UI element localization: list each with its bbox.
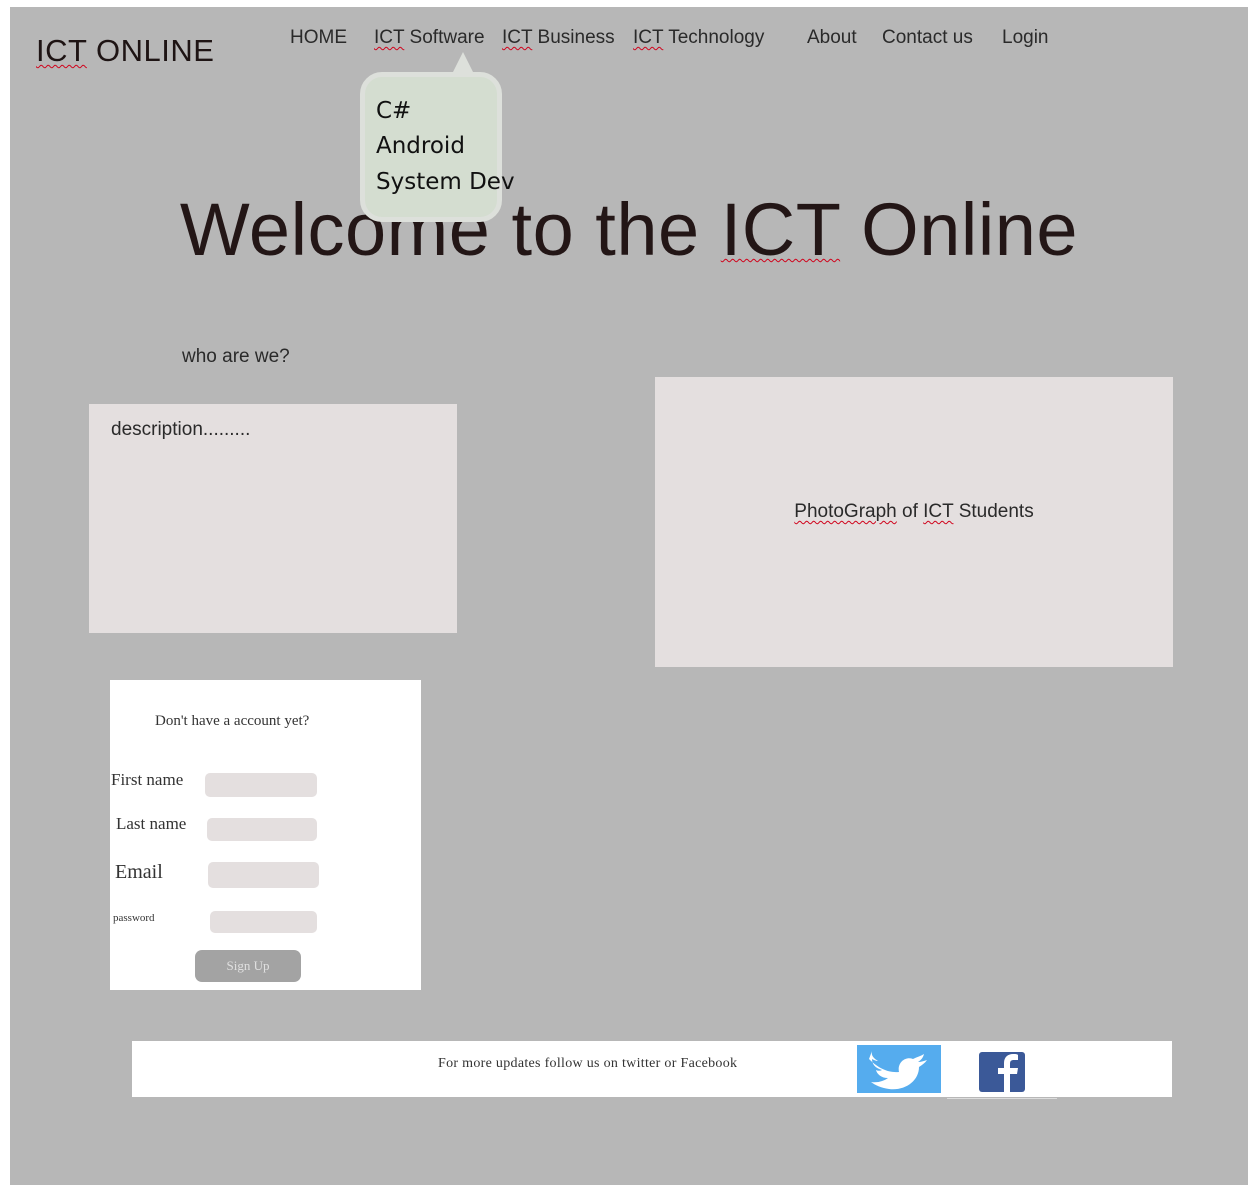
nav-contact-us[interactable]: Contact us (882, 27, 973, 49)
logo-online: ONLINE (86, 33, 215, 68)
photo-caption-ict: ICT (923, 501, 954, 522)
photo-caption: PhotoGraph of ICT Students (655, 501, 1173, 523)
nav-ict-business[interactable]: ICT Business (502, 27, 615, 49)
site-logo[interactable]: ICT ONLINE (36, 33, 214, 69)
photo-caption-students: Students (953, 501, 1034, 522)
facebook-f-glyph (998, 1054, 1018, 1092)
last-name-label: Last name (116, 814, 187, 833)
nav-login[interactable]: Login (1002, 27, 1049, 49)
nav-home[interactable]: HOME (290, 27, 347, 49)
sign-up-button[interactable]: Sign Up (195, 950, 301, 982)
description-box: description......... (89, 404, 457, 633)
footer-text: For more updates follow us on twitter or… (438, 1056, 738, 1071)
hero-title: Welcome to the ICT Online (10, 187, 1248, 272)
twitter-bird-glyph (869, 1051, 927, 1090)
last-name-field[interactable] (207, 818, 317, 841)
password-field[interactable] (210, 911, 317, 933)
photo-caption-of: of (896, 501, 924, 522)
footer-bar: For more updates follow us on twitter or… (132, 1041, 1172, 1099)
facebook-icon[interactable] (979, 1052, 1025, 1092)
nav-ict-software[interactable]: ICT Software (374, 27, 485, 49)
hero-title-suffix: Online (840, 188, 1079, 271)
footer-divider (947, 1098, 1057, 1099)
password-label: password (113, 912, 155, 924)
dropdown-item-android[interactable]: Android (376, 133, 465, 159)
page-background: ICT ONLINE HOME ICT Software ICT Busines… (10, 7, 1248, 1185)
nav-ict-software-label: Software (404, 27, 485, 48)
hero-title-ict: ICT (720, 188, 841, 271)
nav-about[interactable]: About (807, 27, 857, 49)
nav-ict-technology-label: Technology (663, 27, 765, 48)
email-label: Email (115, 861, 163, 883)
first-name-label: First name (111, 770, 184, 789)
signup-heading: Don't have a account yet? (155, 713, 310, 729)
dropdown-item-csharp[interactable]: C# (376, 98, 411, 124)
nav-ict-technology-ict: ICT (633, 27, 664, 48)
photo-caption-photograph: PhotoGraph (794, 501, 897, 522)
nav-ict-business-ict: ICT (502, 27, 533, 48)
signup-form: Don't have a account yet? First name Las… (110, 680, 421, 990)
dropdown-item-system-dev[interactable]: System Dev (376, 169, 515, 195)
logo-ict: ICT (36, 33, 87, 68)
nav-ict-technology[interactable]: ICT Technology (633, 27, 764, 49)
photo-placeholder: PhotoGraph of ICT Students (655, 377, 1173, 667)
nav-ict-software-ict: ICT (374, 27, 405, 48)
about-heading: who are we? (182, 346, 290, 367)
twitter-icon[interactable] (857, 1045, 941, 1093)
email-field[interactable] (208, 862, 319, 888)
description-text: description......... (111, 419, 251, 440)
first-name-field[interactable] (205, 773, 317, 797)
nav-ict-business-label: Business (532, 27, 615, 48)
dropdown-pointer (452, 52, 474, 74)
